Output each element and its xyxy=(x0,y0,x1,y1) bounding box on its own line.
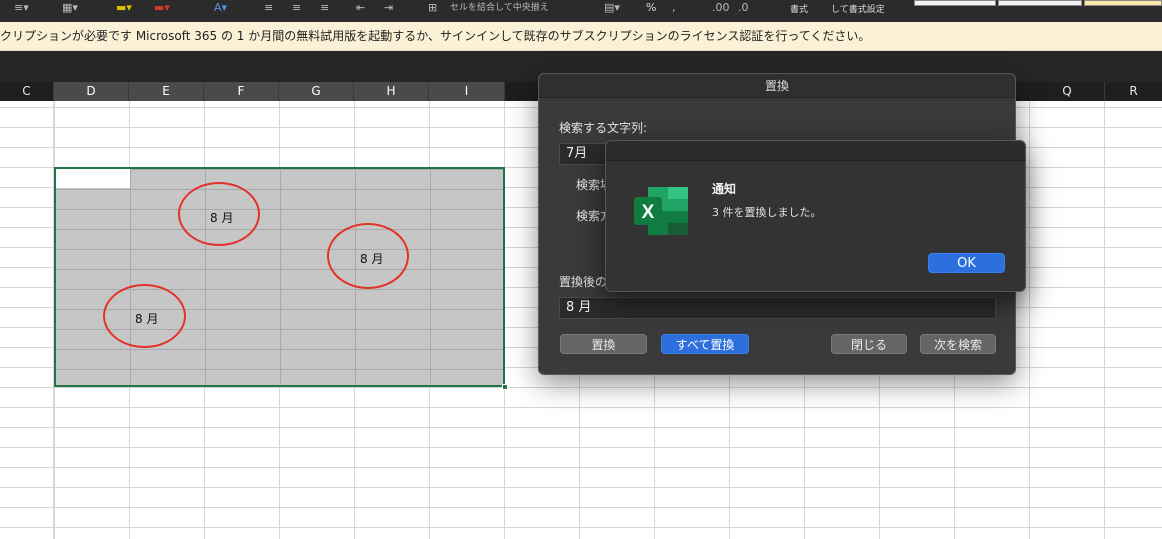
style-swatch[interactable] xyxy=(998,0,1082,6)
replace-all-button[interactable]: すべて置換 xyxy=(661,334,749,354)
column-header-r[interactable]: R xyxy=(1105,82,1162,101)
column-header-i[interactable]: I xyxy=(429,82,505,101)
license-message-text: クリプションが必要です Microsoft 365 の 1 か月間の無料試用版を… xyxy=(0,29,871,43)
column-header-d[interactable]: D xyxy=(54,82,129,101)
merge-center-label[interactable]: セルを結合して中央揃え xyxy=(450,0,549,13)
worksheet-column-c[interactable] xyxy=(0,101,54,539)
column-header-h[interactable]: H xyxy=(354,82,429,101)
indent-decrease-icon[interactable]: ⇤ xyxy=(356,2,365,14)
ribbon: ≡▾ ▦▾ ▬▾ ▬▾ A▾ ≡ ≡ ≡ ⇤ ⇥ ⊞ セルを結合して中央揃え ▤… xyxy=(0,0,1162,22)
column-header-q[interactable]: Q xyxy=(1030,82,1105,101)
number-format-icon[interactable]: ▤▾ xyxy=(604,2,620,14)
alert-message: 3 件を置換しました。 xyxy=(712,206,822,219)
replace-input[interactable]: 8 月 xyxy=(559,297,996,319)
align-center-icon[interactable]: ≡ xyxy=(292,2,301,14)
align-left-icon[interactable]: ≡ xyxy=(264,2,273,14)
active-cell[interactable] xyxy=(54,167,130,188)
highlight-circle xyxy=(327,223,409,289)
percent-icon[interactable]: % xyxy=(646,1,656,14)
selected-range[interactable] xyxy=(54,167,505,387)
style-swatch[interactable] xyxy=(1084,0,1162,6)
column-header-g[interactable]: G xyxy=(279,82,354,101)
fill-handle[interactable] xyxy=(502,384,508,390)
alert-titlebar xyxy=(606,141,1025,161)
highlight-circle xyxy=(178,182,260,246)
alert-title: 通知 xyxy=(712,182,737,196)
close-button[interactable]: 閉じる xyxy=(831,334,907,354)
format-label[interactable]: 書式 xyxy=(790,2,808,15)
license-message-bar: クリプションが必要です Microsoft 365 の 1 か月間の無料試用版を… xyxy=(0,22,1162,51)
increase-decimal-icon[interactable]: .00 xyxy=(712,2,730,14)
replace-dialog-title: 置換 xyxy=(539,74,1015,98)
column-header-f[interactable]: F xyxy=(204,82,279,101)
excel-window: ≡▾ ▦▾ ▬▾ ▬▾ A▾ ≡ ≡ ≡ ⇤ ⇥ ⊞ セルを結合して中央揃え ▤… xyxy=(0,0,1162,539)
column-header-e[interactable]: E xyxy=(129,82,204,101)
excel-app-icon: X xyxy=(634,187,688,235)
decrease-decimal-icon[interactable]: .0 xyxy=(738,2,749,14)
replace-result-alert: X 通知 3 件を置換しました。 OK xyxy=(605,140,1026,292)
comma-style-icon[interactable]: , xyxy=(672,2,676,14)
indent-increase-icon[interactable]: ⇥ xyxy=(384,2,393,14)
font-color-icon[interactable]: ▬▾ xyxy=(154,2,170,14)
ok-button[interactable]: OK xyxy=(928,253,1005,273)
merge-center-icon[interactable]: ⊞ xyxy=(428,2,437,14)
replace-label: 置換後の xyxy=(559,275,608,289)
find-next-button[interactable]: 次を検索 xyxy=(920,334,996,354)
search-label: 検索する文字列: xyxy=(559,121,648,135)
replace-button[interactable]: 置換 xyxy=(560,334,647,354)
align-right-icon[interactable]: ≡ xyxy=(320,2,329,14)
fill-color-icon[interactable]: ▬▾ xyxy=(116,2,132,14)
borders-icon[interactable]: ▦▾ xyxy=(62,2,78,14)
style-swatch[interactable] xyxy=(914,0,996,6)
align-icon[interactable]: ≡▾ xyxy=(14,2,29,14)
format-setting-label[interactable]: して書式設定 xyxy=(831,2,885,15)
highlight-circle xyxy=(103,284,186,348)
text-effects-icon[interactable]: A▾ xyxy=(214,2,227,14)
column-header-c[interactable]: C xyxy=(0,82,54,101)
svg-text:X: X xyxy=(642,202,655,223)
